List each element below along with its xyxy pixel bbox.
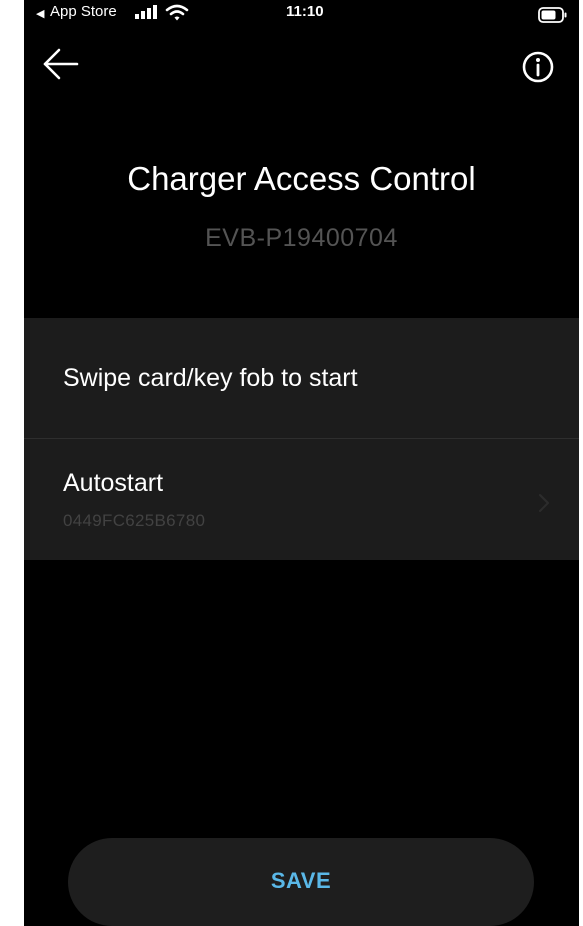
- wifi-icon: [165, 4, 189, 21]
- option-title: Swipe card/key fob to start: [63, 364, 358, 392]
- info-circle-icon: [522, 51, 554, 83]
- app-screen: ◀ App Store 11:10 Charger Access Control…: [24, 0, 579, 926]
- chevron-right-icon: [539, 494, 549, 512]
- save-button-label: SAVE: [270, 868, 332, 893]
- charger-serial-number: EVB-P19400704: [205, 224, 398, 252]
- cellular-signal-icon: [135, 5, 157, 19]
- page-title: Charger Access Control: [127, 160, 476, 197]
- back-to-app-label[interactable]: App Store: [50, 3, 117, 20]
- save-button[interactable]: SAVE: [68, 838, 534, 926]
- back-to-app-icon[interactable]: ◀: [36, 7, 44, 20]
- back-button[interactable]: [38, 46, 82, 86]
- option-title: Autostart: [63, 469, 164, 497]
- option-swipe-card[interactable]: Swipe card/key fob to start: [24, 318, 579, 438]
- status-bar: ◀ App Store 11:10: [24, 0, 579, 34]
- option-autostart[interactable]: Autostart 0449FC625B6780: [24, 439, 579, 560]
- battery-icon: [538, 7, 567, 23]
- info-button[interactable]: [520, 48, 560, 88]
- clock-time: 11:10: [286, 3, 324, 20]
- arrow-left-icon: [43, 48, 79, 80]
- access-options-list: Swipe card/key fob to start Autostart 04…: [24, 318, 579, 560]
- option-card-id: 0449FC625B6780: [63, 511, 206, 530]
